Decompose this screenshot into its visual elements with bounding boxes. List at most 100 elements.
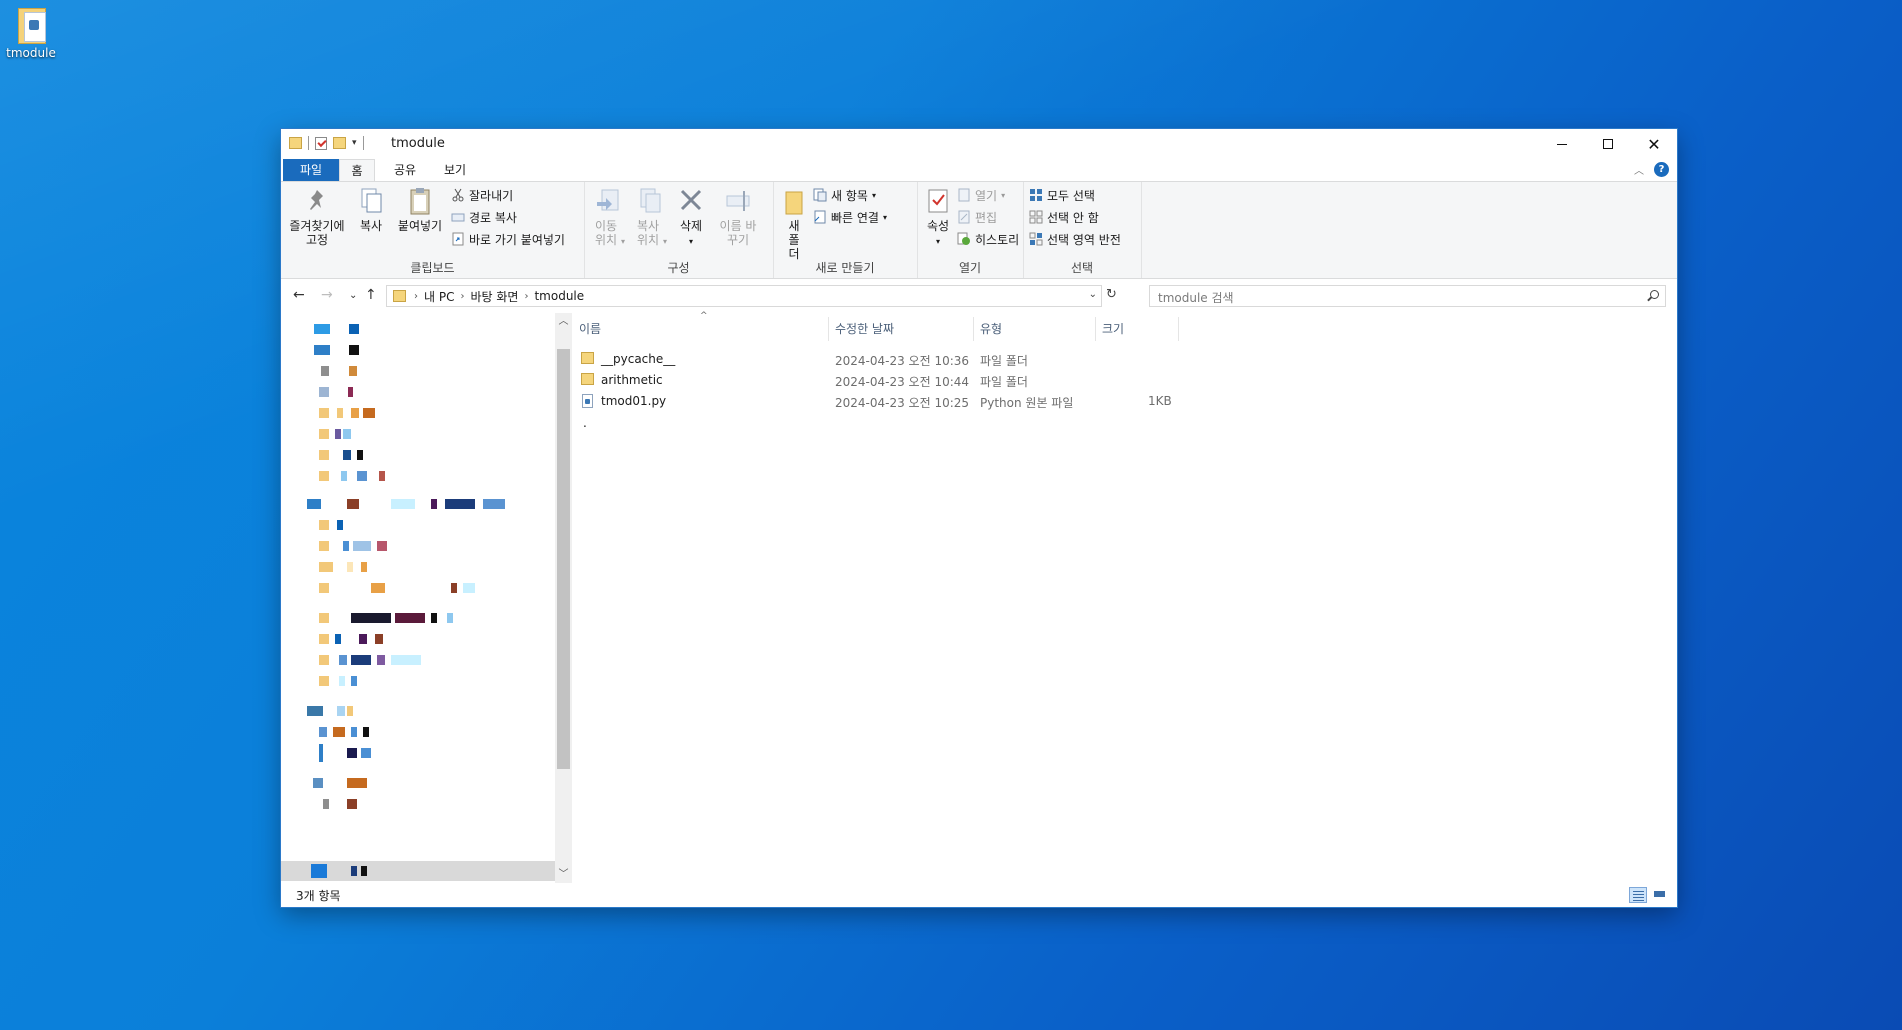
properties-icon[interactable] — [315, 136, 327, 150]
tree-item[interactable] — [281, 743, 555, 763]
scroll-down-icon[interactable]: ﹀ — [555, 866, 572, 883]
delete-button[interactable]: 삭제 ▾ — [674, 186, 708, 249]
tree-item[interactable] — [281, 494, 555, 514]
tree-item[interactable] — [281, 773, 555, 793]
breadcrumb-desktop[interactable]: 바탕 화면 — [464, 288, 524, 305]
minimize-button[interactable] — [1539, 129, 1585, 159]
navigation-scrollbar[interactable]: ︿ ﹀ — [555, 313, 572, 883]
easy-access-button[interactable]: 빠른 연결 ▾ — [813, 208, 887, 226]
new-folder-button[interactable]: 새 폴더 — [779, 186, 809, 261]
collapse-ribbon-icon[interactable]: ︿ — [1634, 162, 1644, 177]
file-row[interactable]: __pycache__ 2024-04-23 오전 10:36 파일 폴더 — [573, 349, 1273, 369]
tree-item[interactable] — [281, 701, 555, 721]
copy-button[interactable]: 복사 — [353, 186, 389, 233]
tree-item[interactable] — [281, 361, 555, 381]
tree-item[interactable] — [281, 671, 555, 691]
scroll-up-icon[interactable]: ︿ — [555, 313, 572, 330]
tree-item[interactable] — [281, 629, 555, 649]
large-icons-view-button[interactable] — [1651, 887, 1669, 903]
address-bar[interactable]: › 내 PC › 바탕 화면 › tmodule ⌄ — [386, 285, 1102, 307]
file-type: Python 원본 파일 — [980, 396, 1074, 410]
organize-group: 이동 위치 ▾ 복사 위치 ▾ 삭제 ▾ 이름 바꾸기 구성 — [584, 182, 774, 278]
tree-item[interactable] — [281, 722, 555, 742]
status-bar: 3개 항목 — [281, 883, 1677, 907]
tree-item[interactable] — [281, 557, 555, 577]
clipboard-icon — [406, 186, 434, 216]
folder-icon — [14, 6, 48, 44]
tree-item[interactable] — [281, 403, 555, 423]
tree-item[interactable] — [281, 515, 555, 535]
tree-item[interactable] — [281, 466, 555, 486]
tab-home[interactable]: 홈 — [339, 159, 375, 181]
column-header-date[interactable]: 수정한 날짜 — [835, 315, 965, 343]
open-button[interactable]: 열기 ▾ — [957, 186, 1005, 204]
scrollbar-thumb[interactable] — [557, 349, 570, 769]
desktop-icon-label: tmodule — [6, 46, 56, 60]
address-history-icon[interactable]: ⌄ — [1089, 289, 1097, 300]
details-view-button[interactable] — [1629, 887, 1647, 903]
copy-path-button[interactable]: 경로 복사 — [451, 208, 517, 226]
tree-item[interactable] — [281, 340, 555, 360]
tree-item[interactable] — [281, 424, 555, 444]
tree-item[interactable] — [281, 445, 555, 465]
edit-button[interactable]: 편집 — [957, 208, 997, 226]
tab-view[interactable]: 보기 — [431, 159, 479, 181]
file-row[interactable]: tmod01.py 2024-04-23 오전 10:25 Python 원본 … — [573, 391, 1273, 411]
close-icon: ✕ — [1647, 134, 1661, 154]
copy-to-button[interactable]: 복사 위치 ▾ — [630, 186, 670, 249]
tab-file[interactable]: 파일 — [283, 159, 339, 181]
history-button[interactable]: 히스토리 — [957, 230, 1019, 248]
tab-share[interactable]: 공유 — [381, 159, 429, 181]
search-input[interactable]: tmodule 검색 — [1149, 285, 1666, 307]
file-explorer-window: ▾ tmodule ✕ 파일 홈 공유 보기 ︿ ? 즐겨찾기에 고정 복사 붙… — [281, 129, 1677, 907]
desktop-icon-tmodule[interactable]: tmodule — [6, 6, 56, 60]
forward-button[interactable]: → — [321, 287, 333, 303]
column-header-type[interactable]: 유형 — [980, 315, 1090, 343]
move-to-icon — [594, 186, 622, 216]
tree-item[interactable] — [281, 578, 555, 598]
pin-to-quick-access-button[interactable]: 즐겨찾기에 고정 — [287, 186, 347, 247]
tree-item[interactable] — [281, 794, 555, 814]
help-icon[interactable]: ? — [1654, 162, 1669, 177]
paste-button[interactable]: 붙여넣기 — [395, 186, 445, 233]
select-all-button[interactable]: 모두 선택 — [1029, 186, 1095, 204]
move-to-button[interactable]: 이동 위치 ▾ — [588, 186, 628, 249]
file-date: 2024-04-23 오전 10:36 — [835, 354, 970, 368]
new-item-button[interactable]: 새 항목 ▾ — [813, 186, 876, 204]
select-none-button[interactable]: 선택 안 함 — [1029, 208, 1099, 226]
up-button[interactable]: ↑ — [365, 287, 377, 303]
recent-locations-button[interactable]: ⌄ — [349, 290, 357, 301]
tree-item[interactable] — [281, 608, 555, 628]
customize-toolbar-icon[interactable]: ▾ — [352, 138, 357, 148]
tree-item[interactable] — [281, 650, 555, 670]
tree-item[interactable] — [281, 382, 555, 402]
rename-button[interactable]: 이름 바꾸기 — [714, 186, 762, 247]
select-group-label: 선택 — [1070, 261, 1094, 275]
back-button[interactable]: ← — [293, 287, 305, 303]
tree-item[interactable] — [281, 861, 555, 881]
paste-shortcut-button[interactable]: 바로 가기 붙여넣기 — [451, 230, 565, 248]
quick-access-toolbar: ▾ — [289, 136, 364, 150]
close-button[interactable]: ✕ — [1631, 129, 1677, 159]
select-all-icon — [1029, 188, 1043, 202]
breadcrumb-tmodule[interactable]: tmodule — [528, 289, 590, 303]
open-group-label: 열기 — [958, 261, 982, 275]
refresh-button[interactable]: ↻ — [1106, 287, 1117, 302]
tree-item[interactable] — [281, 536, 555, 556]
paste-shortcut-icon — [451, 232, 465, 246]
tree-item[interactable] — [281, 319, 555, 339]
invert-selection-button[interactable]: 선택 영역 반전 — [1029, 230, 1121, 248]
properties-button[interactable]: 속성 ▾ — [923, 186, 953, 249]
select-group: 모두 선택 선택 안 함 선택 영역 반전 선택 — [1023, 182, 1142, 278]
file-row[interactable]: arithmetic 2024-04-23 오전 10:44 파일 폴더 — [573, 370, 1273, 390]
maximize-button[interactable] — [1585, 129, 1631, 159]
cut-button[interactable]: 잘라내기 — [451, 186, 513, 204]
navigation-pane[interactable] — [281, 313, 555, 883]
file-name: tmod01.py — [601, 394, 667, 408]
invert-selection-icon — [1029, 232, 1043, 246]
item-count: 3개 항목 — [296, 889, 341, 903]
new-folder-icon[interactable] — [333, 137, 346, 149]
column-header-size[interactable]: 크기 — [1102, 315, 1172, 343]
breadcrumb-this-pc[interactable]: 내 PC — [418, 288, 460, 305]
column-header-name[interactable]: 이름 — [579, 315, 819, 343]
